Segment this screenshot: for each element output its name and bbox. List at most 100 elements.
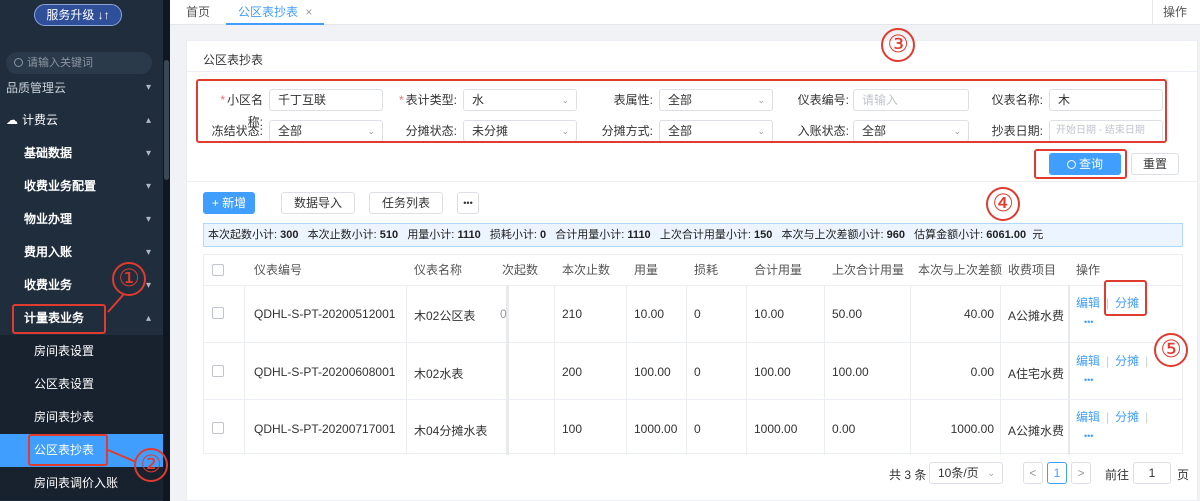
tab-operations[interactable]: 操作 bbox=[1152, 0, 1187, 25]
divider bbox=[406, 285, 407, 455]
cell-last: 0.00 bbox=[832, 422, 856, 436]
page-size-select[interactable]: 10条/页 ⌄ bbox=[929, 462, 1003, 484]
edit-link[interactable]: 编辑 bbox=[1076, 410, 1100, 424]
row-checkbox[interactable] bbox=[212, 422, 224, 434]
th-code: 仪表编号 bbox=[254, 255, 303, 285]
cell-loss: 0 bbox=[694, 307, 701, 321]
goto-unit: 页 bbox=[1177, 468, 1190, 482]
summary-value: 960 bbox=[886, 229, 905, 241]
split-link[interactable]: 分摊 bbox=[1115, 410, 1139, 424]
summary-value: 6061.00 bbox=[986, 229, 1027, 241]
divider bbox=[1000, 285, 1001, 455]
annotation-3: ③ bbox=[881, 28, 915, 62]
goto-label: 前往 bbox=[1105, 468, 1130, 482]
summary-label: 损耗小计: bbox=[489, 229, 537, 241]
pager-total: 共 3 条 bbox=[889, 468, 927, 482]
summary-value: 1110 bbox=[457, 229, 481, 241]
import-button[interactable]: 数据导入 bbox=[281, 192, 355, 214]
meter-table: 仪表编号 仪表名称 次起数 本次止数 用量 损耗 合计用量 上次合计用量 本次与… bbox=[203, 254, 1183, 455]
cell-total: 10.00 bbox=[754, 307, 785, 321]
summary-label: 本次与上次差额小计: bbox=[781, 229, 884, 241]
highlight-query-button bbox=[1034, 149, 1127, 179]
goto-input[interactable]: 1 bbox=[1133, 462, 1171, 484]
page-1-button[interactable]: 1 bbox=[1047, 462, 1067, 484]
task-list-button[interactable]: 任务列表 bbox=[369, 192, 443, 214]
separator: | bbox=[1106, 410, 1110, 424]
cell-item: A住宅水费 bbox=[1008, 367, 1065, 381]
select-all-checkbox[interactable] bbox=[212, 264, 224, 276]
add-button[interactable]: + 新增 bbox=[203, 192, 255, 214]
chevron-down-icon: ⌄ bbox=[987, 468, 995, 478]
cell-loss: 0 bbox=[694, 422, 701, 436]
cell-usage: 10.00 bbox=[634, 307, 665, 321]
divider bbox=[554, 285, 555, 455]
th-last: 上次合计用量 bbox=[832, 255, 905, 285]
divider bbox=[686, 285, 687, 455]
row-checkbox[interactable] bbox=[212, 307, 224, 319]
separator: | bbox=[1145, 410, 1149, 424]
split-link[interactable]: 分摊 bbox=[1115, 354, 1139, 368]
cell-diff: 0.00 bbox=[970, 365, 994, 379]
summary-value: 300 bbox=[280, 229, 299, 241]
more-button[interactable]: ••• bbox=[457, 192, 479, 214]
tab-bar: 首页 公区表抄表 × 操作 bbox=[170, 0, 1200, 25]
summary-bar: 本次起数小计: 300 本次止数小计: 510 用量小计: 1110 损耗小计:… bbox=[203, 223, 1183, 247]
th-actions: 操作 bbox=[1076, 255, 1101, 285]
cell-end: 100 bbox=[562, 422, 583, 436]
summary-value: 510 bbox=[379, 229, 399, 241]
divider bbox=[1068, 285, 1070, 455]
tab-home[interactable]: 首页 bbox=[186, 0, 210, 25]
annotation-4: ④ bbox=[986, 187, 1020, 221]
separator: | bbox=[1145, 354, 1149, 368]
cell-name: 木02水表 bbox=[414, 367, 464, 381]
th-loss: 损耗 bbox=[694, 255, 719, 285]
tab-public-meter-reading[interactable]: 公区表抄表 × bbox=[226, 0, 325, 25]
divider bbox=[824, 285, 825, 455]
cell-name: 木04分摊水表 bbox=[414, 424, 488, 438]
tab-label: 公区表抄表 bbox=[238, 5, 299, 19]
prev-page-button[interactable]: < bbox=[1023, 462, 1043, 484]
add-label: 新增 bbox=[222, 196, 247, 210]
th-name: 仪表名称 bbox=[414, 255, 463, 285]
divider bbox=[187, 181, 1197, 182]
separator: | bbox=[1106, 354, 1110, 368]
summary-label: 用量小计: bbox=[407, 229, 455, 241]
row-checkbox[interactable] bbox=[212, 365, 224, 377]
next-page-button[interactable]: > bbox=[1071, 462, 1091, 484]
cell-end: 210 bbox=[562, 307, 583, 321]
row-more-link[interactable]: ••• bbox=[1084, 375, 1093, 385]
summary-value: 0 bbox=[540, 229, 547, 241]
edit-link[interactable]: 编辑 bbox=[1076, 354, 1100, 368]
cell-diff: 40.00 bbox=[963, 307, 994, 321]
th-total: 合计用量 bbox=[754, 255, 803, 285]
th-diff: 本次与上次差额 bbox=[918, 255, 1003, 285]
divider bbox=[244, 285, 245, 455]
summary-label: 估算金额小计: bbox=[914, 229, 984, 241]
th-start: 次起数 bbox=[502, 255, 539, 285]
summary-label: 合计用量小计: bbox=[555, 229, 625, 241]
cell-total: 100.00 bbox=[754, 365, 791, 379]
cell-diff: 1000.00 bbox=[950, 422, 994, 436]
cell-code: QDHL-S-PT-20200512001 bbox=[254, 307, 396, 321]
edit-link[interactable]: 编辑 bbox=[1076, 296, 1100, 310]
highlight-filter-form bbox=[196, 79, 1167, 143]
summary-label: 上次合计用量小计: bbox=[659, 229, 751, 241]
th-end: 本次止数 bbox=[562, 255, 611, 285]
row-more-link[interactable]: ••• bbox=[1084, 431, 1093, 441]
th-item: 收费项目 bbox=[1008, 255, 1057, 285]
divider bbox=[626, 285, 627, 455]
reset-button[interactable]: 重置 bbox=[1131, 153, 1179, 175]
divider bbox=[187, 71, 1197, 72]
cell-last: 100.00 bbox=[832, 365, 869, 379]
cell-end: 200 bbox=[562, 365, 583, 379]
page-title: 公区表抄表 bbox=[203, 53, 264, 67]
row-actions: 编辑 | 分摊 | bbox=[1076, 408, 1154, 425]
select-value: 10条/页 bbox=[938, 466, 979, 480]
cell-start: 0 bbox=[500, 307, 507, 321]
divider bbox=[204, 342, 1182, 343]
close-icon[interactable]: × bbox=[305, 5, 312, 19]
cell-name: 木02公区表 bbox=[414, 309, 476, 323]
summary-value: 1110 bbox=[627, 229, 651, 241]
row-more-link[interactable]: ••• bbox=[1084, 317, 1093, 327]
divider bbox=[204, 399, 1182, 400]
